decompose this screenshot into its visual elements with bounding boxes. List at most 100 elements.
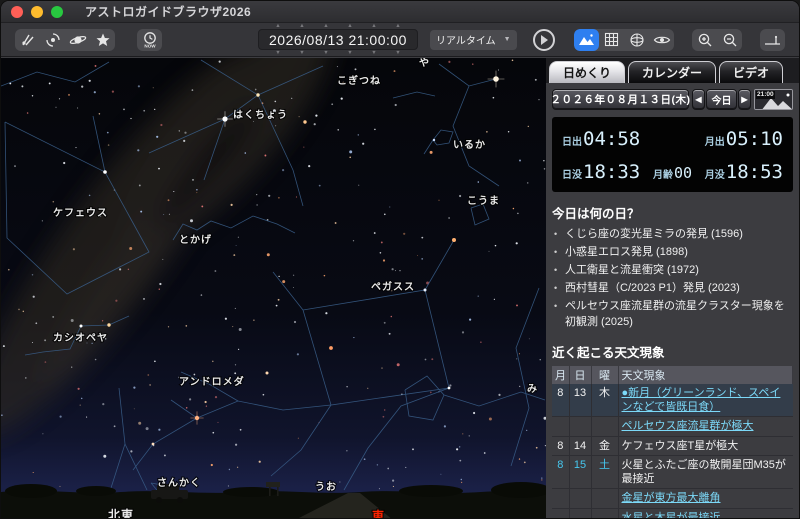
pointer-tool-icon[interactable] [15, 29, 40, 51]
eye-icon[interactable] [649, 29, 674, 51]
minimize-window-button[interactable] [31, 6, 43, 18]
svg-text:うお: うお [315, 481, 337, 493]
ephemeris-panel: 日出 04:58 月出 05:10 日没 18:33 月齢 00 月没 18:5… [552, 117, 793, 192]
galaxy-icon[interactable] [40, 29, 65, 51]
tab-strip: 日めくりカレンダービデオ [546, 58, 799, 83]
play-button[interactable] [533, 29, 555, 51]
svg-text:東: 東 [372, 508, 385, 519]
datetime-control[interactable]: ▲▲▲▲▲▲ 2026/08/13 21:00:00 ▼▼▼▼▼▼ [258, 23, 418, 56]
close-window-button[interactable] [11, 6, 23, 18]
chevron-down-icon: ▼ [504, 36, 511, 43]
zoom-group [692, 29, 742, 51]
play-icon [541, 35, 548, 45]
star-icon[interactable] [90, 29, 115, 51]
zoom-window-button[interactable] [51, 6, 63, 18]
events-column-header: 月 [552, 366, 569, 384]
today-list-item: 小惑星エロス発見 (1898) [552, 245, 793, 261]
svg-text:いるか: いるか [453, 139, 486, 151]
sunrise-time: 04:58 [583, 128, 640, 150]
planet-icon[interactable] [65, 29, 90, 51]
today-list-item: ペルセウス座流星群の流星クラスター現象を初観測 (2025) [552, 299, 793, 331]
event-link[interactable]: ペルセウス座流星群が極大 [622, 420, 754, 432]
event-link[interactable]: 金星が東方最大離角 [622, 492, 721, 504]
moonset-label: 月没 [705, 166, 725, 181]
star-chart-svg: やこぎつねはくちょういるかこうまケフェウスとかげペガススカシオペヤアンドロメダみ… [1, 58, 546, 519]
title-bar: アストロガイドブラウザ2026 [1, 1, 799, 23]
time-mode-select[interactable]: リアルタイム ▼ [430, 30, 517, 50]
extra-group [760, 29, 785, 51]
events-header-row: 月日曜天文現象 [552, 366, 793, 384]
datetime-spinners-down: ▼▼▼▼▼▼ [258, 50, 418, 56]
horizon-marker-icon[interactable] [760, 29, 785, 51]
window-title: アストロガイドブラウザ2026 [85, 3, 251, 20]
moonset-time: 18:53 [726, 161, 783, 183]
tab-2[interactable]: ビデオ [719, 61, 783, 83]
event-row: 815土火星とふたご座の散開星団M35が最接近 [552, 455, 793, 489]
events-column-header: 曜 [591, 366, 618, 384]
event-row: 814金ケフェウス座T星が極大 [552, 436, 793, 455]
moon-age-value: 00 [674, 164, 692, 182]
celestial-globe-icon[interactable] [624, 29, 649, 51]
event-row: ペルセウス座流星群が極大 [552, 417, 793, 436]
today-button[interactable]: 今日 [706, 89, 737, 110]
tab-0[interactable]: 日めくり [549, 61, 625, 83]
date-nav: ２０２６年０８月１３日(木) ◀ 今日 ▶ 21:00 [552, 89, 793, 110]
svg-text:ペガスス: ペガスス [371, 280, 415, 293]
today-list-item: くじら座の変光星ミラの発見 (1596) [552, 227, 793, 243]
grid-icon[interactable] [599, 29, 624, 51]
toolbar: NOW ▲▲▲▲▲▲ 2026/08/13 21:00:00 ▼▼▼▼▼▼ リア… [1, 23, 799, 57]
svg-text:NOW: NOW [144, 43, 156, 48]
star-chart[interactable]: やこぎつねはくちょういるかこうまケフェウスとかげペガススカシオペヤアンドロメダみ… [1, 58, 546, 519]
svg-text:さんかく: さんかく [157, 477, 201, 489]
svg-text:こぎつね: こぎつね [337, 74, 381, 87]
zoom-in-icon[interactable] [692, 29, 717, 51]
svg-text:とかげ: とかげ [179, 233, 212, 246]
sunset-time: 18:33 [583, 161, 640, 183]
app-window: アストロガイドブラウザ2026 [0, 0, 800, 519]
event-link[interactable]: ●新月（グリーンランド、スペインなどで皆既日食） [622, 387, 781, 413]
today-list-item: 西村彗星（C/2023 P1）発見 (2023) [552, 281, 793, 297]
event-row: 水星と木星が最接近 [552, 508, 793, 518]
object-tools-group [15, 29, 115, 51]
horizon-view-icon[interactable] [574, 29, 599, 51]
now-group: NOW [137, 29, 162, 51]
svg-text:や: や [419, 58, 430, 69]
moonrise-time: 05:10 [726, 128, 783, 150]
side-panel: 日めくりカレンダービデオ ２０２６年０８月１３日(木) ◀ 今日 ▶ 21:00 [546, 58, 799, 518]
svg-text:アンドロメダ: アンドロメダ [179, 375, 245, 388]
tab-1[interactable]: カレンダー [628, 61, 716, 83]
svg-text:はくちょう: はくちょう [233, 109, 288, 121]
event-link[interactable]: 水星と木星が最接近 [622, 512, 721, 518]
prev-day-button[interactable]: ◀ [692, 89, 705, 110]
event-text: ケフェウス座T星が極大 [618, 436, 793, 455]
events-section-title: 近く起こる天文現象 [552, 342, 793, 361]
svg-text:カシオペヤ: カシオペヤ [53, 332, 108, 344]
view-tools-group [574, 29, 674, 51]
time-mode-value: リアルタイム [436, 32, 496, 47]
svg-text:ケフェウス: ケフェウス [53, 207, 108, 219]
svg-text:こうま: こうま [467, 195, 500, 207]
datetime-display[interactable]: 2026/08/13 21:00:00 [258, 29, 418, 50]
next-day-button[interactable]: ▶ [738, 89, 751, 110]
zoom-out-icon[interactable] [717, 29, 742, 51]
moonrise-label: 月出 [705, 133, 725, 148]
events-body: 813木●新月（グリーンランド、スペインなどで皆既日食） ペルセウス座流星群が極大… [552, 384, 793, 518]
event-text: 火星とふたご座の散開星団M35が最接近 [618, 455, 793, 489]
moon-age-label: 月齢 [653, 166, 673, 181]
svg-text:み: み [527, 383, 538, 395]
today-list-item: 人工衛星と流星衝突 (1972) [552, 263, 793, 279]
sky-thumbnail[interactable]: 21:00 [754, 89, 793, 110]
event-row: 金星が東方最大離角 [552, 489, 793, 508]
today-list: くじら座の変光星ミラの発見 (1596) 小惑星エロス発見 (1898) 人工衛星と… [552, 227, 793, 331]
event-row: 813木●新月（グリーンランド、スペインなどで皆既日食） [552, 384, 793, 417]
events-table: 月日曜天文現象 813木●新月（グリーンランド、スペインなどで皆既日食） ペルセウ… [552, 366, 793, 518]
now-clock-icon[interactable]: NOW [137, 29, 162, 51]
events-column-header: 日 [569, 366, 591, 384]
current-date-display[interactable]: ２０２６年０８月１３日(木) [552, 89, 689, 110]
today-section-title: 今日は何の日？ [552, 203, 793, 222]
thumbnail-time: 21:00 [756, 91, 775, 99]
svg-text:北東: 北東 [108, 507, 134, 519]
events-column-header: 天文現象 [618, 366, 793, 384]
sunrise-label: 日出 [562, 133, 582, 148]
daily-panel: ２０２６年０８月１３日(木) ◀ 今日 ▶ 21:00 [546, 83, 799, 518]
